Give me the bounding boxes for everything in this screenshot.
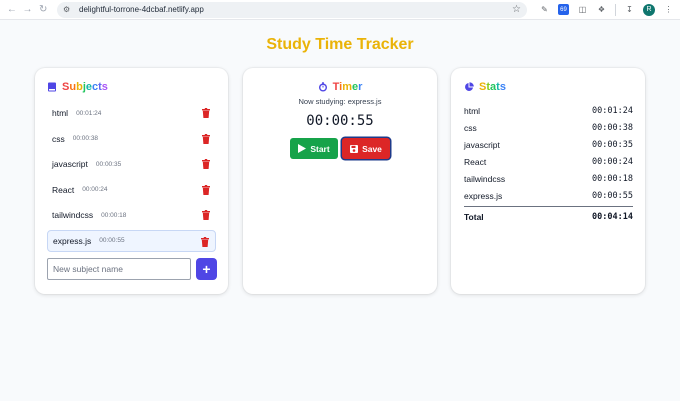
play-icon <box>298 144 307 153</box>
subject-time: 00:00:24 <box>82 186 108 194</box>
total-label: Total <box>464 212 484 222</box>
subject-name: React <box>52 184 75 195</box>
timer-card: Timer Now studying: express.js 00:00:55 … <box>243 68 437 294</box>
subject-time: 00:00:55 <box>99 237 125 245</box>
stats-row: html 00:01:24 <box>464 102 633 119</box>
pie-chart-icon <box>465 82 474 91</box>
stats-subject-name: css <box>464 122 477 133</box>
stats-row: React 00:00:24 <box>464 153 633 170</box>
timer-display: 00:00:55 <box>306 113 374 129</box>
subjects-card: Subjects html 00:01:24 css 00:00:38 javascri… <box>35 68 228 294</box>
timer-heading-text: Timer <box>333 81 363 93</box>
page-title: Study Time Tracker <box>266 36 414 53</box>
forward-arrow-icon[interactable]: → <box>22 3 34 17</box>
stats-subject-time: 00:00:55 <box>592 190 633 201</box>
subject-item[interactable]: css 00:00:38 <box>47 128 216 150</box>
subject-name: html <box>52 108 69 118</box>
stats-row: express.js 00:00:55 <box>464 187 633 204</box>
extensions-icon[interactable]: ❖ <box>596 4 607 15</box>
total-time: 00:04:14 <box>592 212 633 222</box>
trash-icon[interactable] <box>202 159 210 170</box>
now-studying-text: Now studying: express.js <box>298 97 382 106</box>
stats-row: tailwindcss 00:00:18 <box>464 170 633 187</box>
menu-icon[interactable]: ⋮ <box>663 4 674 15</box>
subject-time: 00:00:18 <box>101 211 127 219</box>
stats-subject-time: 00:00:38 <box>592 122 633 133</box>
site-settings-icon[interactable]: ⚙ <box>63 5 73 15</box>
subject-item[interactable]: javascript 00:00:35 <box>47 153 216 175</box>
url-text[interactable]: delightful-torrone-4dcbaf.netlify.app <box>79 5 512 14</box>
stats-list: html 00:01:24 css 00:00:38 javascript 00:00:3… <box>464 102 633 204</box>
stats-card: Stats html 00:01:24 css 00:00:38 javascript 0… <box>451 68 645 294</box>
stats-subject-time: 00:01:24 <box>592 105 633 116</box>
stats-total-row: Total 00:04:14 <box>464 212 633 222</box>
stats-subject-name: javascript <box>464 139 500 150</box>
subjects-heading: Subjects <box>47 81 108 93</box>
stats-divider <box>464 206 633 207</box>
stats-heading: Stats <box>464 81 506 93</box>
subject-name: express.js <box>53 235 92 246</box>
puzzle-extension-icon[interactable]: ◫ <box>577 4 588 15</box>
browser-toolbar: ← → ↻ ⚙ delightful-torrone-4dcbaf.netlif… <box>0 0 680 20</box>
reload-icon[interactable]: ↻ <box>37 3 49 17</box>
stats-subject-name: tailwindcss <box>464 173 506 184</box>
heading-letter: s <box>101 81 108 93</box>
stats-subject-time: 00:00:24 <box>592 156 633 167</box>
subject-time: 00:00:38 <box>72 135 99 143</box>
stats-heading-text: Stats <box>479 81 506 93</box>
subject-time: 00:01:24 <box>76 109 102 117</box>
stats-row: css 00:00:38 <box>464 119 633 136</box>
stats-subject-name: html <box>464 105 481 116</box>
trash-icon[interactable] <box>202 133 210 144</box>
save-button[interactable]: Save <box>342 138 390 159</box>
add-subject-row: + <box>47 258 217 280</box>
new-subject-input[interactable] <box>47 258 191 280</box>
heading-letter: r <box>358 81 363 93</box>
subject-item[interactable]: express.js 00:00:55 <box>47 229 216 252</box>
book-icon <box>48 82 56 92</box>
trash-icon[interactable] <box>202 108 210 118</box>
extension-badge-icon[interactable]: 69 <box>558 4 570 15</box>
profile-avatar[interactable]: R <box>643 3 656 16</box>
subject-list: html 00:01:24 css 00:00:38 javascript 00:00:3… <box>47 102 216 256</box>
download-icon[interactable]: ↧ <box>624 4 635 15</box>
address-bar[interactable]: ⚙ delightful-torrone-4dcbaf.netlify.app … <box>57 1 528 18</box>
toolbar-divider <box>615 3 617 16</box>
stopwatch-icon <box>318 82 327 92</box>
stats-subject-time: 00:00:35 <box>592 139 633 150</box>
save-button-label: Save <box>362 143 382 154</box>
add-subject-button[interactable]: + <box>196 258 217 280</box>
heading-letter: m <box>342 81 352 93</box>
start-button-label: Start <box>310 143 330 154</box>
stats-subject-time: 00:00:18 <box>592 173 633 184</box>
start-button[interactable]: Start <box>290 138 338 159</box>
subject-item[interactable]: React 00:00:24 <box>47 179 216 201</box>
subject-time: 00:00:35 <box>95 160 122 168</box>
bookmark-star-icon[interactable]: ☆ <box>512 4 521 15</box>
trash-icon[interactable] <box>202 210 210 221</box>
subject-item[interactable]: html 00:01:24 <box>47 102 216 124</box>
stats-subject-name: React <box>464 156 487 167</box>
timer-heading: Timer <box>243 81 437 93</box>
subject-name: javascript <box>52 159 88 170</box>
trash-icon[interactable] <box>201 236 209 247</box>
stats-subject-name: express.js <box>464 190 503 201</box>
heading-letter: s <box>499 81 506 93</box>
subject-item[interactable]: tailwindcss 00:00:18 <box>47 204 216 226</box>
trash-icon[interactable] <box>202 184 210 195</box>
back-arrow-icon[interactable]: ← <box>6 3 18 17</box>
heading-letter: b <box>76 81 83 93</box>
stats-row: javascript 00:00:35 <box>464 136 633 153</box>
floppy-disk-icon <box>350 144 359 153</box>
subjects-heading-text: Subjects <box>62 81 108 93</box>
subject-name: tailwindcss <box>52 210 94 221</box>
pen-extension-icon[interactable]: ✎ <box>539 4 550 15</box>
subject-name: css <box>52 133 65 144</box>
